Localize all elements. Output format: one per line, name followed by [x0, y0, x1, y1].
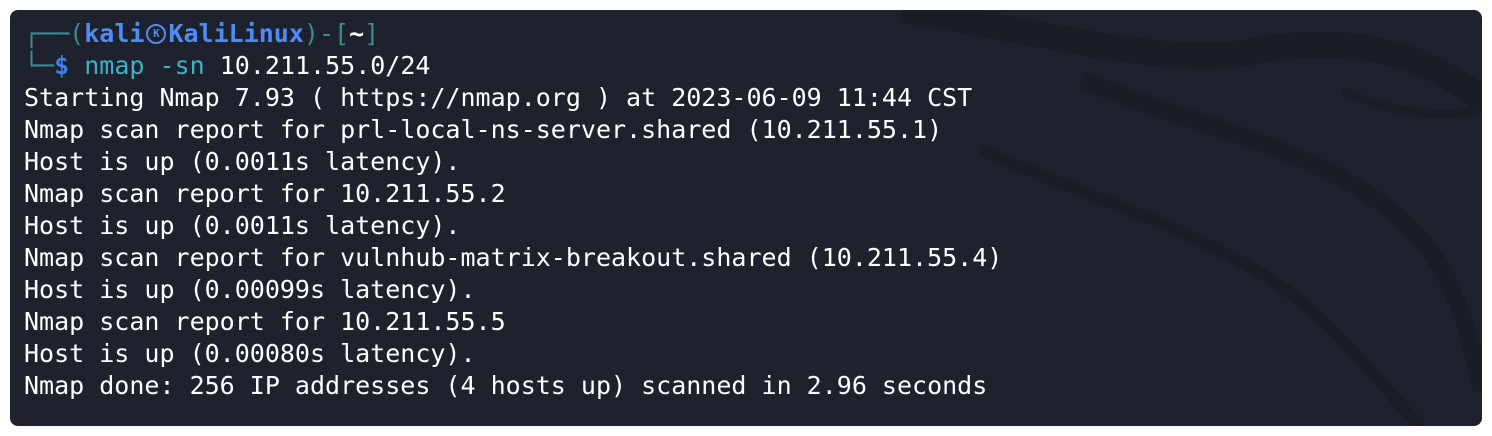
command-flag: -sn [159, 51, 205, 80]
prompt-frame-top-left: ┌──( [24, 19, 85, 48]
prompt-cwd: ~ [349, 19, 365, 48]
kali-dragon-icon [146, 24, 167, 44]
output-line: Starting Nmap 7.93 ( https://nmap.org ) … [24, 83, 973, 112]
prompt-frame-close: ] [364, 19, 380, 48]
output-line: Nmap scan report for 10.211.55.2 [24, 179, 506, 208]
output-line: Host is up (0.00099s latency). [24, 275, 476, 304]
output-line: Nmap scan report for vulnhub-matrix-brea… [24, 243, 1003, 272]
output-line: Host is up (0.0011s latency). [24, 211, 461, 240]
command-name: nmap [84, 51, 145, 80]
output-line: Host is up (0.0011s latency). [24, 147, 461, 176]
output-line: Nmap scan report for 10.211.55.5 [24, 307, 506, 336]
prompt-frame-mid: )-[ [303, 19, 350, 48]
prompt-user: kali [84, 19, 145, 48]
terminal-window[interactable]: ┌──(kali KaliLinux)-[~] └─$ nmap -sn 10.2… [10, 10, 1482, 426]
output-line: Nmap done: 256 IP addresses (4 hosts up)… [24, 371, 988, 400]
prompt-frame-bottom-left: └─ [24, 51, 55, 80]
prompt-line-2[interactable]: └─$ nmap -sn 10.211.55.0/24 [24, 50, 1468, 82]
prompt-line-1: ┌──(kali KaliLinux)-[~] [24, 18, 1468, 50]
prompt-host: KaliLinux [168, 19, 304, 48]
prompt-dollar: $ [54, 51, 70, 80]
command-target: 10.211.55.0/24 [219, 51, 431, 80]
terminal-content: ┌──(kali KaliLinux)-[~] └─$ nmap -sn 10.2… [24, 18, 1468, 402]
output-line: Nmap scan report for prl-local-ns-server… [24, 115, 943, 144]
output-line: Host is up (0.00080s latency). [24, 339, 476, 368]
